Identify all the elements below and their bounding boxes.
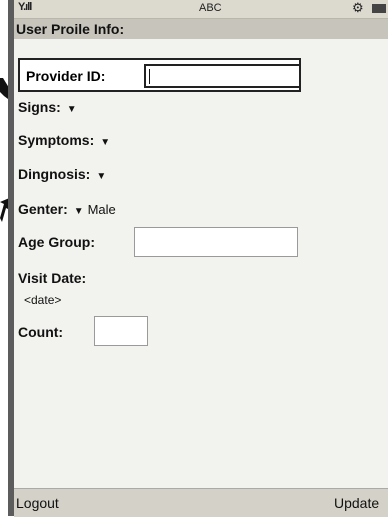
diagnosis-label: Dingnosis:	[18, 166, 91, 182]
symptoms-dropdown[interactable]: Symptoms: ▼	[18, 132, 110, 148]
provider-id-row[interactable]: Provider ID:	[18, 58, 301, 92]
dropdown-arrow-icon[interactable]: ▼	[74, 206, 84, 217]
softkey-bar: Logout Update	[14, 488, 388, 517]
gender-dropdown[interactable]: Genter: ▼ Male	[18, 201, 116, 217]
dropdown-arrow-icon[interactable]: ▼	[100, 137, 110, 148]
provider-id-label: Provider ID:	[26, 68, 106, 84]
dropdown-arrow-icon[interactable]: ▼	[67, 104, 77, 115]
status-bar: Y.ıll ABC ⚙	[14, 0, 388, 19]
signs-dropdown[interactable]: Signs: ▼	[18, 99, 77, 115]
input-mode-indicator: ABC	[199, 2, 222, 14]
text-caret	[149, 69, 150, 84]
visit-date-label: Visit Date:	[18, 270, 87, 286]
dropdown-arrow-icon[interactable]: ▼	[96, 171, 106, 182]
age-group-label: Age Group:	[18, 234, 95, 250]
diagnosis-dropdown[interactable]: Dingnosis: ▼	[18, 166, 106, 182]
signs-label: Signs:	[18, 99, 61, 115]
logout-softkey[interactable]: Logout	[16, 495, 59, 511]
visit-date-value[interactable]: <date>	[24, 293, 61, 307]
count-input[interactable]	[94, 316, 148, 346]
gender-label: Genter:	[18, 201, 68, 217]
update-softkey[interactable]: Update	[334, 495, 379, 511]
provider-id-input[interactable]	[144, 64, 301, 88]
battery-icon	[372, 4, 386, 13]
phone-frame: Y.ıll ABC ⚙ User Proile Info: Provider I…	[8, 0, 388, 517]
settings-icon: ⚙	[352, 0, 364, 15]
signal-icon: Y.ıll	[18, 1, 32, 13]
gender-value: Male	[87, 202, 116, 217]
age-group-input[interactable]	[134, 227, 298, 257]
page-title: User Proile Info:	[14, 19, 388, 39]
phone-screen: Y.ıll ABC ⚙ User Proile Info: Provider I…	[14, 0, 388, 517]
symptoms-label: Symptoms:	[18, 132, 95, 148]
count-label: Count:	[18, 324, 64, 340]
